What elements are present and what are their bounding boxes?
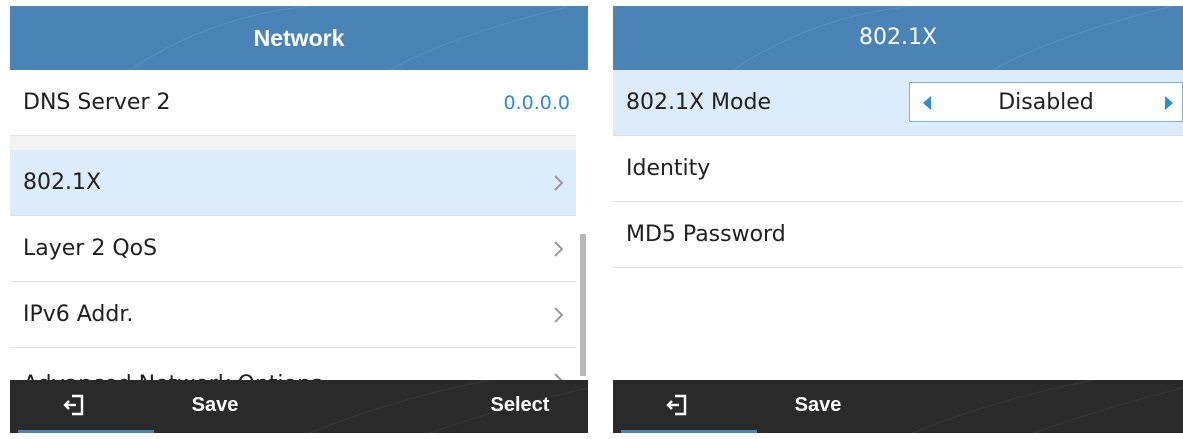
exit-icon [666,394,687,416]
title-bar-pattern [129,6,571,70]
list-item-label: IPv6 Addr. [23,302,134,327]
title-bar-pattern [732,6,1174,70]
dns-server-2-value: 0.0.0.0 [503,91,570,114]
chevron-right-icon [554,175,564,191]
scrollbar[interactable] [580,234,586,376]
chevron-right-icon [554,307,564,323]
mode-value: Disabled [998,89,1094,115]
list-item-label: Layer 2 QoS [23,236,158,261]
triangle-right-icon[interactable] [1164,95,1174,111]
softkey-bar: Save [613,380,1183,433]
list-item-label: Identity [626,156,711,181]
802-1x-screen: 802.1X 802.1X Mode Disabled Identity MD5… [613,6,1183,433]
list-item-layer-2-qos[interactable]: Layer 2 QoS [10,216,576,282]
title-bar: 802.1X [613,6,1183,70]
list-item-identity[interactable]: Identity [613,136,1183,202]
list-item-label: 802.1X Mode [626,90,771,115]
list-item-label: MD5 Password [626,222,786,247]
select-button[interactable]: Select [475,380,565,430]
list-item-label: DNS Server 2 [23,90,171,115]
save-button[interactable]: Save [180,380,250,430]
back-button[interactable] [637,380,717,430]
network-screen: Network DNS Server 2 0.0.0.0 802.1X Laye… [10,6,588,433]
back-button[interactable] [34,380,114,430]
section-divider [10,136,576,150]
save-button[interactable]: Save [783,380,853,430]
chevron-right-icon [554,241,564,257]
title-bar: Network [10,6,588,70]
list-item-802-1x-mode[interactable]: 802.1X Mode Disabled [613,70,1183,136]
active-softkey-indicator [18,430,154,433]
list-item-802-1x[interactable]: 802.1X [10,150,576,216]
list-item-ipv6-addr[interactable]: IPv6 Addr. [10,282,576,348]
list-item-dns-server-2[interactable]: DNS Server 2 0.0.0.0 [10,70,576,136]
list-item-label: 802.1X [23,170,102,195]
list-item-md5-password[interactable]: MD5 Password [613,202,1183,268]
exit-icon [63,394,84,416]
active-softkey-indicator [621,430,757,433]
mode-selector[interactable]: Disabled [909,82,1183,122]
softkey-bar: Save Select [10,380,588,433]
